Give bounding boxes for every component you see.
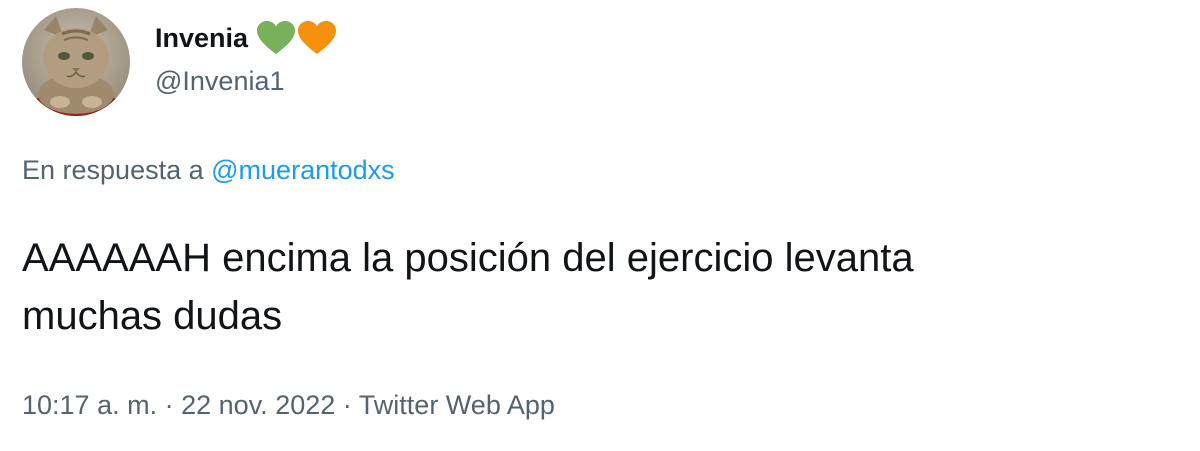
reply-prefix: En respuesta a <box>22 155 204 185</box>
user-name-row: Invenia <box>155 18 338 58</box>
cat-portrait-avatar <box>22 8 130 116</box>
orange-heart-icon <box>298 21 337 54</box>
green-heart-icon <box>257 21 296 54</box>
tweet-card: Invenia @Invenia1 En respuesta a @mueran… <box>0 0 1200 451</box>
meta-separator: · <box>342 390 352 420</box>
avatar[interactable] <box>22 8 130 116</box>
reply-context: En respuesta a @muerantodxs <box>22 155 395 186</box>
user-handle[interactable]: @Invenia1 <box>155 66 285 97</box>
name-badges <box>256 20 338 56</box>
tweet-text: AAAAAAH encima la posición del ejercicio… <box>22 229 1192 345</box>
tweet-text-line: AAAAAAH encima la posición del ejercicio… <box>22 236 914 280</box>
tweet-text-line: muchas dudas <box>22 294 283 338</box>
meta-separator: · <box>164 390 174 420</box>
reply-mention-link[interactable]: @muerantodxs <box>211 155 395 185</box>
tweet-time-link[interactable]: 10:17 a. m. <box>22 390 157 420</box>
tweet-source-link[interactable]: Twitter Web App <box>359 390 555 420</box>
display-name[interactable]: Invenia <box>155 23 248 54</box>
tweet-date-link[interactable]: 22 nov. 2022 <box>181 390 335 420</box>
tweet-metadata: 10:17 a. m. · 22 nov. 2022 · Twitter Web… <box>22 390 555 421</box>
